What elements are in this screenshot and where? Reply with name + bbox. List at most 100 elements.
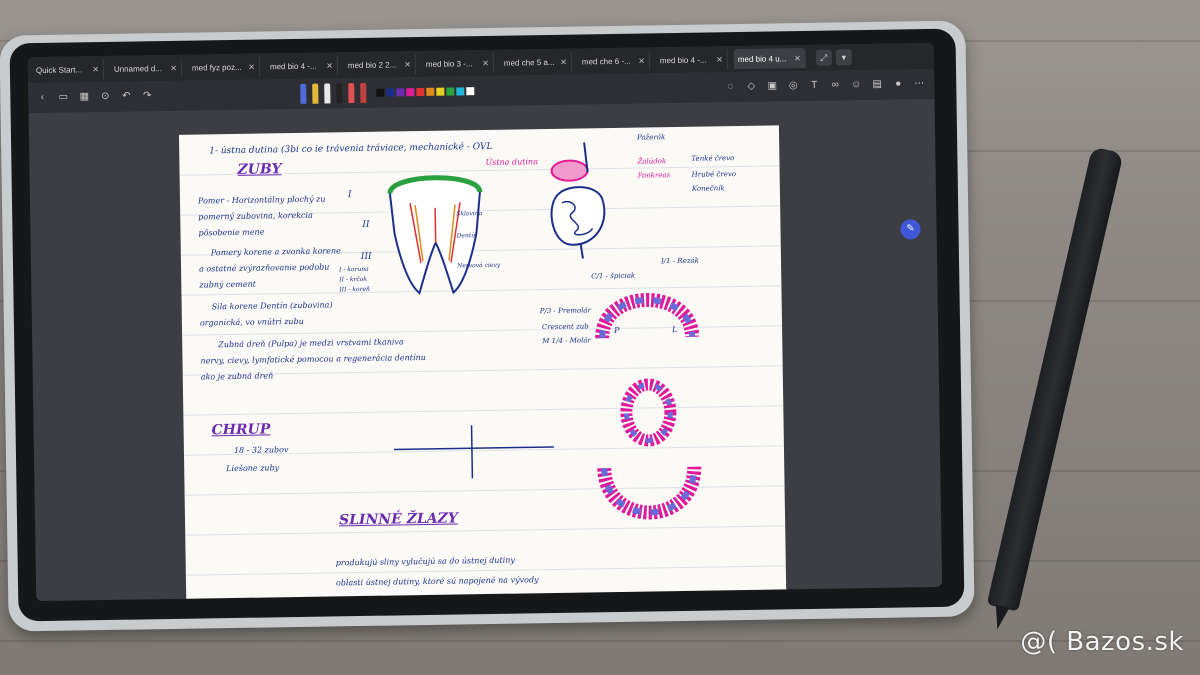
tab-label: med che 6 -... [581, 56, 631, 66]
pencil-tool-icon[interactable] [336, 83, 343, 104]
jaw-inner-label: L [672, 325, 678, 335]
redo-icon[interactable]: ↷ [140, 89, 154, 103]
mic-icon[interactable]: ● [891, 77, 905, 91]
tab-med-fyz[interactable]: med fyz poz... ✕ [187, 56, 261, 78]
jaw-label: I/1 - Rezák [660, 256, 699, 266]
tooth-label: III [360, 251, 372, 262]
note-line: pôsobenie mene [198, 227, 265, 238]
color-swatch[interactable] [456, 87, 465, 96]
color-swatch[interactable] [426, 87, 435, 96]
tooth-legend: III - koreň [339, 285, 370, 294]
jaw-diagrams [595, 293, 702, 520]
note-line: 1- ústna dutina (3bi co ie trávenia tráv… [209, 141, 493, 157]
camera-icon[interactable]: ◎ [786, 79, 800, 93]
note-line: Zubná dreň (Pulpa) je medzi vrstvami tka… [218, 337, 404, 350]
note-line: nervy, cievy, lymfatické pomocou a regen… [200, 352, 426, 366]
section-title-slinne: SLINNÉ ŽLAZY [338, 510, 458, 529]
close-icon[interactable]: ✕ [248, 62, 255, 71]
section-title-zuby: ZUBY [237, 161, 282, 178]
tab-med-bio-4b[interactable]: med bio 4 -... ✕ [655, 49, 728, 71]
tooth-legend: I - koruna [339, 265, 369, 274]
stylus-pen [986, 146, 1124, 631]
tab-label: med fyz poz... [191, 62, 242, 73]
tablet-screen: Quick Start... ✕ Unnamed d... ✕ med fyz po… [27, 42, 943, 602]
color-swatch[interactable] [396, 88, 405, 97]
tab-med-bio-4[interactable]: med bio 4 -... ✕ [265, 55, 339, 77]
pen-tool-icon[interactable] [300, 83, 307, 104]
sidebar-icon[interactable]: ▭ [56, 91, 70, 105]
tab-med-bio-3[interactable]: med bio 3 -... ✕ [421, 52, 495, 74]
page-rule [185, 565, 786, 576]
color-swatch[interactable] [386, 88, 395, 97]
tab-med-bio-4u[interactable]: med bio 4 u... ✕ [733, 47, 806, 70]
color-swatch[interactable] [446, 87, 455, 96]
text-icon[interactable]: T [807, 79, 821, 93]
tooth-label: II [362, 219, 370, 230]
page-rule [185, 525, 786, 536]
undo-icon[interactable]: ↶ [119, 90, 133, 104]
image-icon[interactable]: ▣ [765, 79, 779, 93]
notebook-page[interactable]: 1- ústna dutina (3bi co ie trávenia tráv… [178, 125, 787, 602]
digest-label: Žalúdok [637, 157, 667, 166]
digest-label: Konečník [691, 184, 725, 193]
tab-label: med bio 2 2... [347, 59, 397, 70]
close-icon[interactable]: ✕ [482, 58, 489, 67]
chevron-down-icon[interactable]: ▾ [835, 49, 852, 66]
digestive-diagram [550, 142, 606, 259]
note-line: produkujú sliny vylučujú sa do ústnej du… [335, 555, 515, 568]
stylus-tip [990, 604, 1010, 631]
pen-settings-button[interactable]: ✎ [900, 219, 921, 240]
note-line: Pomer - Horizontálny plochý zu [197, 194, 326, 206]
link-icon[interactable]: ∞ [828, 78, 842, 92]
close-icon[interactable]: ✕ [638, 56, 645, 65]
close-icon[interactable]: ✕ [560, 57, 567, 66]
brush-tool-icon[interactable] [360, 82, 367, 103]
ruler-icon[interactable]: ▤ [870, 78, 884, 92]
note-line: 18 - 32 zubov [233, 445, 289, 455]
more-icon[interactable]: ⋯ [912, 77, 926, 91]
color-swatch[interactable] [376, 88, 385, 97]
tooth-sublabel: Sklovina [456, 210, 483, 218]
close-icon[interactable]: ✕ [326, 61, 333, 70]
note-line: organická, vo vnútri zubu [199, 316, 304, 328]
color-swatch[interactable] [406, 88, 415, 97]
close-icon[interactable]: ✕ [170, 63, 177, 72]
grid-icon[interactable]: ▦ [77, 90, 91, 104]
sticker-icon[interactable]: ☺ [849, 78, 863, 92]
jaw-label: M 1/4 - Molár [542, 336, 591, 346]
digest-label: Hrubé črevo [691, 170, 737, 179]
lasso-icon[interactable]: ◌ [723, 80, 737, 94]
eraser-tool-icon[interactable] [324, 83, 331, 104]
tab-label: med che 5 a... [503, 57, 555, 68]
color-swatch[interactable] [416, 87, 425, 97]
close-icon[interactable]: ✕ [794, 54, 801, 63]
bookmark-icon[interactable]: ⊙ [98, 90, 112, 104]
tab-med-che-6[interactable]: med che 6 -... ✕ [577, 50, 651, 72]
color-swatch[interactable] [436, 87, 445, 96]
shape-icon[interactable]: ◇ [744, 80, 758, 94]
note-line: Liešone zuby [226, 463, 280, 474]
highlighter-tool-icon[interactable] [312, 83, 319, 104]
note-line: zubný cement [199, 279, 256, 290]
tooth-legend: II - krčok [339, 275, 368, 284]
tablet-bezel: Quick Start... ✕ Unnamed d... ✕ med fyz po… [9, 28, 965, 622]
right-toolbar: ◌ ◇ ▣ ◎ T ∞ ☺ ▤ ● ⋯ [716, 69, 926, 102]
expand-icon[interactable]: ⤢ [815, 49, 832, 66]
jaw-inner-label: P [614, 325, 620, 336]
tab-label: med bio 3 -... [425, 58, 473, 69]
close-icon[interactable]: ✕ [92, 65, 99, 74]
tab-unnamed[interactable]: Unnamed d... ✕ [109, 57, 183, 79]
tab-label: med bio 4 -... [659, 55, 707, 65]
color-swatches [376, 87, 476, 97]
color-swatch[interactable] [466, 87, 475, 96]
tab-med-bio-2[interactable]: med bio 2 2... ✕ [343, 54, 417, 76]
back-icon[interactable]: ‹ [35, 91, 49, 105]
tab-med-che-5[interactable]: med che 5 a... ✕ [499, 51, 573, 73]
close-icon[interactable]: ✕ [716, 55, 723, 64]
tab-quick-start[interactable]: Quick Start... ✕ [31, 58, 105, 81]
close-icon[interactable]: ✕ [404, 60, 411, 69]
note-line: Pomery korene a zvonka korene [210, 246, 341, 258]
marker-tool-icon[interactable] [348, 83, 355, 104]
note-line: oblasti ústnej dutiny, ktoré sú napojené… [335, 575, 539, 588]
